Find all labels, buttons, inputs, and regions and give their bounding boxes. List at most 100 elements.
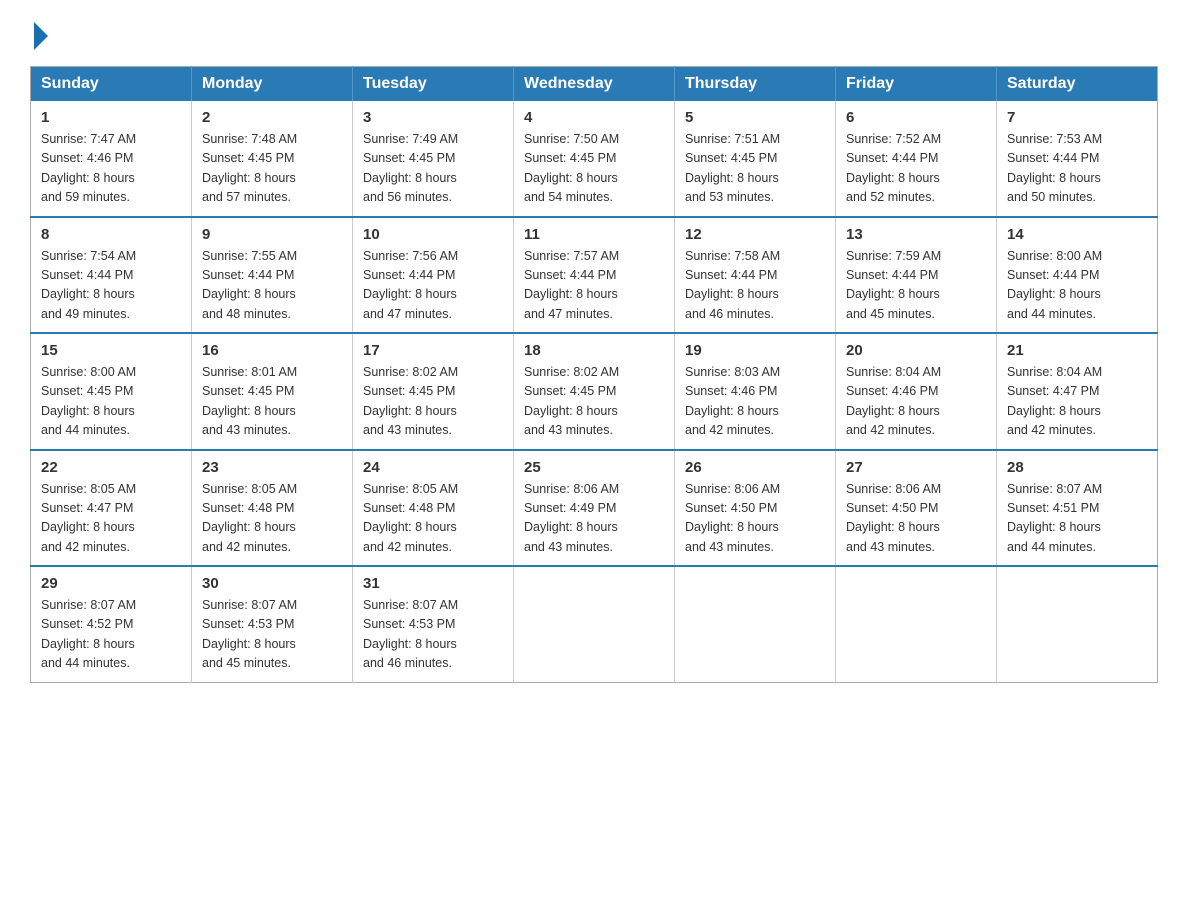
calendar-week-row: 29 Sunrise: 8:07 AM Sunset: 4:52 PM Dayl… xyxy=(31,566,1158,682)
day-info: Sunrise: 8:02 AM Sunset: 4:45 PM Dayligh… xyxy=(363,363,503,441)
calendar-cell: 7 Sunrise: 7:53 AM Sunset: 4:44 PM Dayli… xyxy=(997,101,1158,217)
day-number: 24 xyxy=(363,459,503,476)
calendar-cell: 20 Sunrise: 8:04 AM Sunset: 4:46 PM Dayl… xyxy=(836,333,997,450)
calendar-header-row: SundayMondayTuesdayWednesdayThursdayFrid… xyxy=(31,67,1158,102)
day-number: 4 xyxy=(524,109,664,126)
calendar-cell: 28 Sunrise: 8:07 AM Sunset: 4:51 PM Dayl… xyxy=(997,450,1158,567)
calendar-cell: 12 Sunrise: 7:58 AM Sunset: 4:44 PM Dayl… xyxy=(675,217,836,334)
weekday-header-sunday: Sunday xyxy=(31,67,192,102)
day-info: Sunrise: 8:06 AM Sunset: 4:50 PM Dayligh… xyxy=(846,480,986,558)
calendar-cell: 8 Sunrise: 7:54 AM Sunset: 4:44 PM Dayli… xyxy=(31,217,192,334)
day-number: 19 xyxy=(685,342,825,359)
day-info: Sunrise: 8:05 AM Sunset: 4:48 PM Dayligh… xyxy=(363,480,503,558)
day-number: 10 xyxy=(363,226,503,243)
day-info: Sunrise: 8:00 AM Sunset: 4:45 PM Dayligh… xyxy=(41,363,181,441)
day-info: Sunrise: 7:55 AM Sunset: 4:44 PM Dayligh… xyxy=(202,247,342,325)
day-number: 7 xyxy=(1007,109,1147,126)
calendar-cell: 29 Sunrise: 8:07 AM Sunset: 4:52 PM Dayl… xyxy=(31,566,192,682)
weekday-header-thursday: Thursday xyxy=(675,67,836,102)
calendar-cell xyxy=(997,566,1158,682)
day-info: Sunrise: 7:56 AM Sunset: 4:44 PM Dayligh… xyxy=(363,247,503,325)
calendar-cell: 1 Sunrise: 7:47 AM Sunset: 4:46 PM Dayli… xyxy=(31,101,192,217)
day-info: Sunrise: 7:54 AM Sunset: 4:44 PM Dayligh… xyxy=(41,247,181,325)
day-number: 21 xyxy=(1007,342,1147,359)
day-info: Sunrise: 7:58 AM Sunset: 4:44 PM Dayligh… xyxy=(685,247,825,325)
calendar-cell: 22 Sunrise: 8:05 AM Sunset: 4:47 PM Dayl… xyxy=(31,450,192,567)
day-info: Sunrise: 8:03 AM Sunset: 4:46 PM Dayligh… xyxy=(685,363,825,441)
day-number: 20 xyxy=(846,342,986,359)
page-header xyxy=(30,20,1158,46)
day-info: Sunrise: 8:04 AM Sunset: 4:46 PM Dayligh… xyxy=(846,363,986,441)
day-info: Sunrise: 8:04 AM Sunset: 4:47 PM Dayligh… xyxy=(1007,363,1147,441)
day-number: 17 xyxy=(363,342,503,359)
day-number: 18 xyxy=(524,342,664,359)
day-info: Sunrise: 7:48 AM Sunset: 4:45 PM Dayligh… xyxy=(202,130,342,208)
day-info: Sunrise: 8:06 AM Sunset: 4:49 PM Dayligh… xyxy=(524,480,664,558)
logo xyxy=(30,20,48,46)
day-info: Sunrise: 7:57 AM Sunset: 4:44 PM Dayligh… xyxy=(524,247,664,325)
calendar-cell: 10 Sunrise: 7:56 AM Sunset: 4:44 PM Dayl… xyxy=(353,217,514,334)
calendar-cell: 19 Sunrise: 8:03 AM Sunset: 4:46 PM Dayl… xyxy=(675,333,836,450)
calendar-cell: 31 Sunrise: 8:07 AM Sunset: 4:53 PM Dayl… xyxy=(353,566,514,682)
calendar-cell: 13 Sunrise: 7:59 AM Sunset: 4:44 PM Dayl… xyxy=(836,217,997,334)
calendar-cell xyxy=(836,566,997,682)
day-number: 13 xyxy=(846,226,986,243)
calendar-cell: 3 Sunrise: 7:49 AM Sunset: 4:45 PM Dayli… xyxy=(353,101,514,217)
day-info: Sunrise: 7:50 AM Sunset: 4:45 PM Dayligh… xyxy=(524,130,664,208)
calendar-cell: 6 Sunrise: 7:52 AM Sunset: 4:44 PM Dayli… xyxy=(836,101,997,217)
day-info: Sunrise: 8:07 AM Sunset: 4:51 PM Dayligh… xyxy=(1007,480,1147,558)
day-info: Sunrise: 8:01 AM Sunset: 4:45 PM Dayligh… xyxy=(202,363,342,441)
day-number: 2 xyxy=(202,109,342,126)
logo-arrow-icon xyxy=(34,22,48,50)
day-info: Sunrise: 7:52 AM Sunset: 4:44 PM Dayligh… xyxy=(846,130,986,208)
calendar-cell: 15 Sunrise: 8:00 AM Sunset: 4:45 PM Dayl… xyxy=(31,333,192,450)
day-number: 30 xyxy=(202,575,342,592)
calendar-cell: 26 Sunrise: 8:06 AM Sunset: 4:50 PM Dayl… xyxy=(675,450,836,567)
calendar-week-row: 15 Sunrise: 8:00 AM Sunset: 4:45 PM Dayl… xyxy=(31,333,1158,450)
day-info: Sunrise: 8:05 AM Sunset: 4:48 PM Dayligh… xyxy=(202,480,342,558)
day-info: Sunrise: 8:02 AM Sunset: 4:45 PM Dayligh… xyxy=(524,363,664,441)
calendar-cell: 17 Sunrise: 8:02 AM Sunset: 4:45 PM Dayl… xyxy=(353,333,514,450)
calendar-table: SundayMondayTuesdayWednesdayThursdayFrid… xyxy=(30,66,1158,683)
calendar-cell: 18 Sunrise: 8:02 AM Sunset: 4:45 PM Dayl… xyxy=(514,333,675,450)
weekday-header-friday: Friday xyxy=(836,67,997,102)
day-number: 22 xyxy=(41,459,181,476)
day-number: 12 xyxy=(685,226,825,243)
weekday-header-monday: Monday xyxy=(192,67,353,102)
day-info: Sunrise: 8:07 AM Sunset: 4:53 PM Dayligh… xyxy=(363,596,503,674)
calendar-cell: 2 Sunrise: 7:48 AM Sunset: 4:45 PM Dayli… xyxy=(192,101,353,217)
weekday-header-saturday: Saturday xyxy=(997,67,1158,102)
calendar-cell: 25 Sunrise: 8:06 AM Sunset: 4:49 PM Dayl… xyxy=(514,450,675,567)
calendar-cell: 30 Sunrise: 8:07 AM Sunset: 4:53 PM Dayl… xyxy=(192,566,353,682)
day-number: 6 xyxy=(846,109,986,126)
calendar-cell: 21 Sunrise: 8:04 AM Sunset: 4:47 PM Dayl… xyxy=(997,333,1158,450)
calendar-cell: 24 Sunrise: 8:05 AM Sunset: 4:48 PM Dayl… xyxy=(353,450,514,567)
day-info: Sunrise: 8:05 AM Sunset: 4:47 PM Dayligh… xyxy=(41,480,181,558)
day-info: Sunrise: 7:47 AM Sunset: 4:46 PM Dayligh… xyxy=(41,130,181,208)
day-number: 11 xyxy=(524,226,664,243)
calendar-cell: 16 Sunrise: 8:01 AM Sunset: 4:45 PM Dayl… xyxy=(192,333,353,450)
calendar-cell: 5 Sunrise: 7:51 AM Sunset: 4:45 PM Dayli… xyxy=(675,101,836,217)
day-info: Sunrise: 8:00 AM Sunset: 4:44 PM Dayligh… xyxy=(1007,247,1147,325)
day-number: 9 xyxy=(202,226,342,243)
day-number: 1 xyxy=(41,109,181,126)
day-number: 25 xyxy=(524,459,664,476)
day-number: 14 xyxy=(1007,226,1147,243)
calendar-week-row: 22 Sunrise: 8:05 AM Sunset: 4:47 PM Dayl… xyxy=(31,450,1158,567)
day-info: Sunrise: 7:51 AM Sunset: 4:45 PM Dayligh… xyxy=(685,130,825,208)
calendar-cell: 23 Sunrise: 8:05 AM Sunset: 4:48 PM Dayl… xyxy=(192,450,353,567)
day-number: 28 xyxy=(1007,459,1147,476)
calendar-cell: 4 Sunrise: 7:50 AM Sunset: 4:45 PM Dayli… xyxy=(514,101,675,217)
day-number: 16 xyxy=(202,342,342,359)
calendar-cell: 27 Sunrise: 8:06 AM Sunset: 4:50 PM Dayl… xyxy=(836,450,997,567)
calendar-cell: 9 Sunrise: 7:55 AM Sunset: 4:44 PM Dayli… xyxy=(192,217,353,334)
day-info: Sunrise: 8:06 AM Sunset: 4:50 PM Dayligh… xyxy=(685,480,825,558)
day-number: 27 xyxy=(846,459,986,476)
calendar-cell: 11 Sunrise: 7:57 AM Sunset: 4:44 PM Dayl… xyxy=(514,217,675,334)
day-number: 5 xyxy=(685,109,825,126)
calendar-cell: 14 Sunrise: 8:00 AM Sunset: 4:44 PM Dayl… xyxy=(997,217,1158,334)
weekday-header-wednesday: Wednesday xyxy=(514,67,675,102)
weekday-header-tuesday: Tuesday xyxy=(353,67,514,102)
day-info: Sunrise: 7:53 AM Sunset: 4:44 PM Dayligh… xyxy=(1007,130,1147,208)
day-number: 29 xyxy=(41,575,181,592)
